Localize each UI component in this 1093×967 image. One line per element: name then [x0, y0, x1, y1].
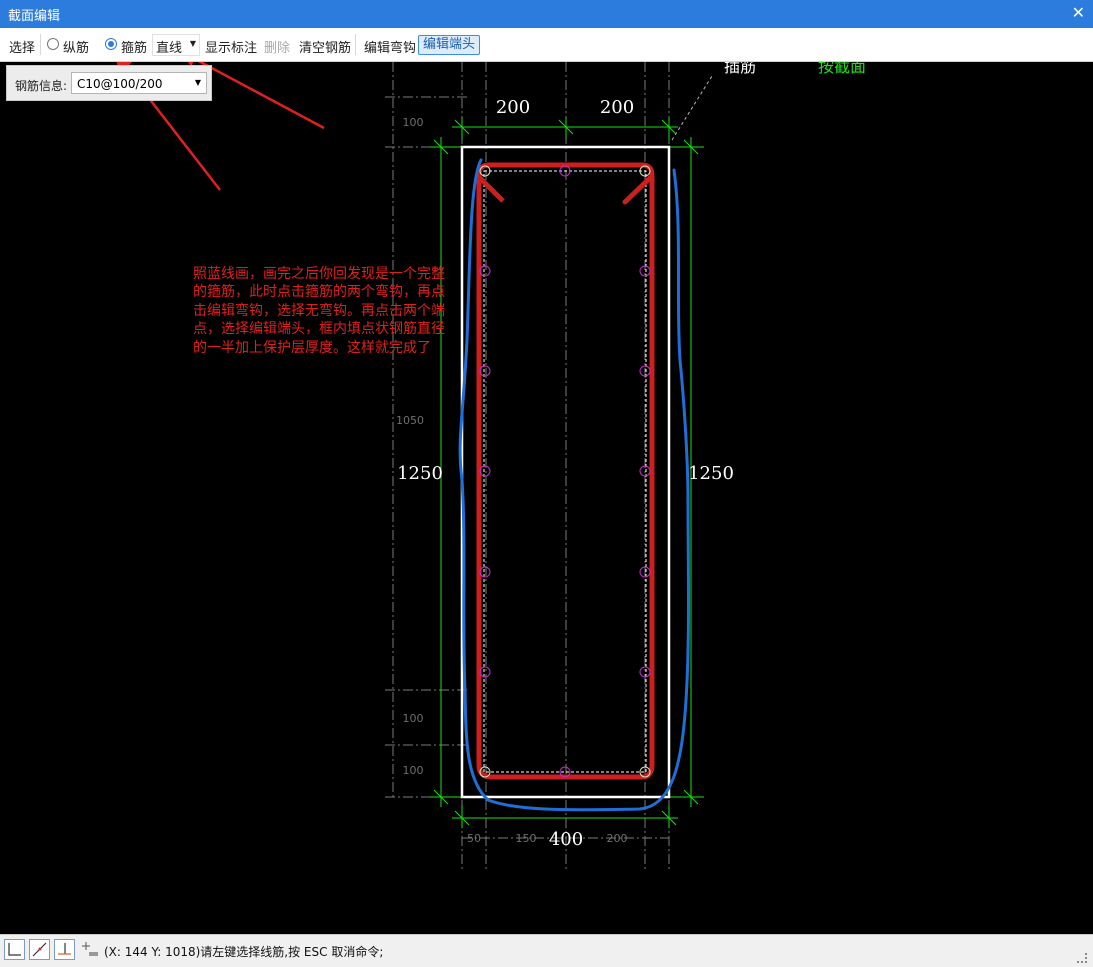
dim-bottom-seg3: 200 — [607, 832, 628, 845]
line-type-value: 直线 — [156, 41, 183, 56]
dim-right-height: 1250 — [688, 463, 734, 484]
stirrup-label[interactable]: 箍筋 — [121, 37, 147, 56]
dim-bottom-total: 400 — [549, 829, 583, 850]
section-drawing[interactable]: 200 200 1250 1250 400 50 150 200 100 105… — [0, 62, 1093, 934]
stirrup-radio[interactable] — [105, 38, 117, 50]
rebar-points — [479, 165, 651, 778]
status-text: (X: 144 Y: 1018)请左键选择线筋,按 ESC 取消命令; — [104, 945, 384, 959]
arrow-head — [187, 62, 194, 67]
dim-bottom-seg1: 50 — [467, 832, 481, 845]
longitudinal-label[interactable]: 纵筋 — [63, 37, 89, 56]
top-label-left: 插筋 — [724, 62, 756, 76]
ortho-icon[interactable] — [4, 939, 25, 960]
clear-rebar-button[interactable]: 清空钢筋 — [299, 37, 351, 56]
close-icon[interactable]: ✕ — [1072, 3, 1085, 22]
top-label-right: 按截面 — [818, 62, 866, 76]
dim-top-left: 200 — [496, 97, 530, 118]
polar-icon[interactable] — [29, 939, 50, 960]
window-title: 截面编辑 — [8, 9, 61, 24]
chevron-down-icon: ▼ — [189, 39, 196, 48]
axis-snap-icon[interactable] — [54, 939, 75, 960]
toolbar-divider — [40, 34, 41, 55]
title-bar: 截面编辑 ✕ — [0, 0, 1093, 28]
dim-top-right: 200 — [600, 97, 634, 118]
drawing-canvas[interactable]: 200 200 1250 1250 400 50 150 200 100 105… — [0, 62, 1093, 934]
dim-side-100-mid: 100 — [403, 712, 424, 725]
edit-hook-button[interactable]: 编辑弯钩 — [364, 37, 416, 56]
dim-side-1050: 1050 — [396, 414, 424, 427]
resize-grip-icon[interactable] — [1077, 953, 1087, 963]
dim-side-100-bot: 100 — [403, 764, 424, 777]
status-bar: (X: 144 Y: 1018)请左键选择线筋,按 ESC 取消命令; — [0, 934, 1093, 967]
toolbar: 选择 纵筋 箍筋 直线 ▼ 显示标注 删除 清空钢筋 编辑弯钩 编辑端头 — [0, 28, 1093, 62]
rebar-info-panel: 钢筋信息: C10@100/200 ▼ — [6, 65, 212, 101]
rebar-info-label: 钢筋信息: — [15, 79, 68, 93]
line-type-select[interactable]: 直线 ▼ — [152, 34, 200, 56]
arrow-to-line-select — [197, 62, 325, 130]
stirrup-centerline — [483, 170, 647, 773]
edit-end-button[interactable]: 编辑端头 — [418, 35, 481, 55]
dim-bottom-seg2: 150 — [516, 832, 537, 845]
osnap-icon[interactable] — [79, 939, 100, 960]
annotation-note: 照蓝线画，画完之后你回发现是一个完整的箍筋，此时点击箍筋的两个弯钩，再点击编辑弯… — [193, 266, 445, 356]
select-button[interactable]: 选择 — [9, 37, 35, 56]
delete-button[interactable]: 删除 — [264, 37, 290, 56]
show-annotation-button[interactable]: 显示标注 — [205, 37, 257, 56]
toolbar-divider — [355, 34, 356, 55]
longitudinal-radio[interactable] — [47, 38, 59, 50]
rebar-info-value: C10@100/200 — [77, 77, 163, 91]
dim-left-height: 1250 — [397, 463, 443, 484]
leader-line — [671, 75, 713, 141]
rebar-info-select[interactable]: C10@100/200 ▼ — [71, 72, 207, 94]
dim-side-100-top: 100 — [403, 116, 424, 129]
chevron-down-icon: ▼ — [194, 78, 201, 87]
